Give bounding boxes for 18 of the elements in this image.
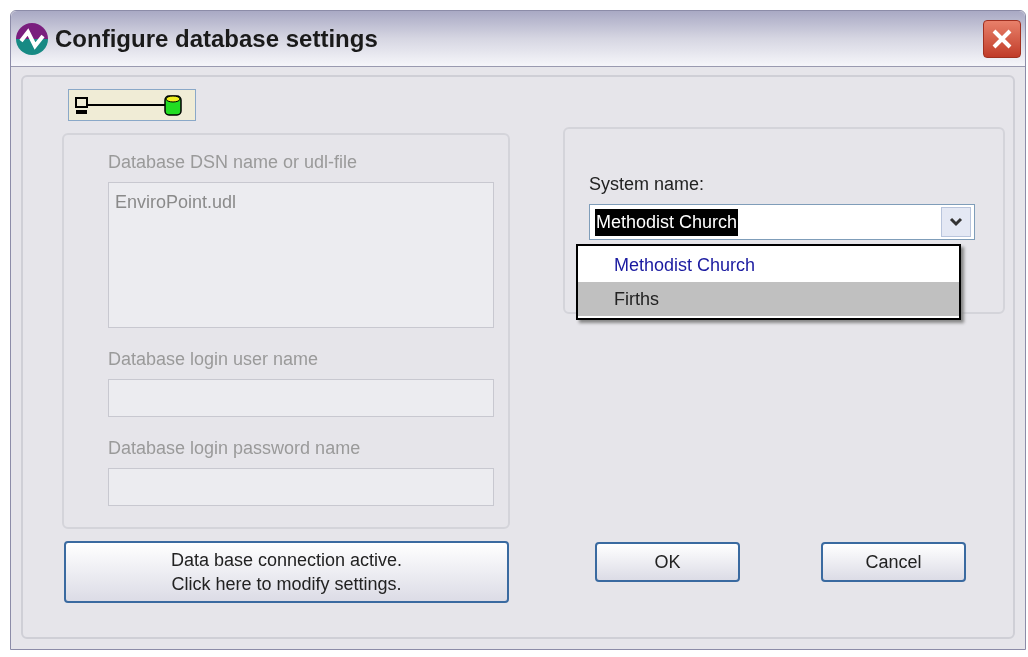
dropdown-option[interactable]: Methodist Church [578, 248, 959, 282]
connection-icon [75, 93, 183, 117]
ok-button[interactable]: OK [595, 542, 740, 582]
field-label: Database DSN name or udl-file [108, 151, 359, 174]
cancel-button[interactable]: Cancel [821, 542, 966, 582]
system-name-label: System name: [589, 173, 706, 196]
connection-settings-button[interactable]: Data base connection active. Click here to modify settings. [64, 541, 509, 603]
close-icon [991, 27, 1013, 50]
dropdown-arrow-button[interactable] [941, 207, 971, 237]
window-title: Configure database settings [55, 23, 378, 54]
system-name-dropdown[interactable]: Methodist Church [589, 204, 975, 240]
field-label: Database login password name [108, 437, 362, 460]
dropdown-option[interactable]: Firths [578, 282, 959, 316]
selected-value: Methodist Church [595, 208, 739, 236]
chevron-down-icon [949, 217, 963, 227]
field-label: Database login user name [108, 348, 320, 371]
close-button[interactable] [983, 19, 1021, 58]
app-logo-icon [15, 21, 49, 56]
